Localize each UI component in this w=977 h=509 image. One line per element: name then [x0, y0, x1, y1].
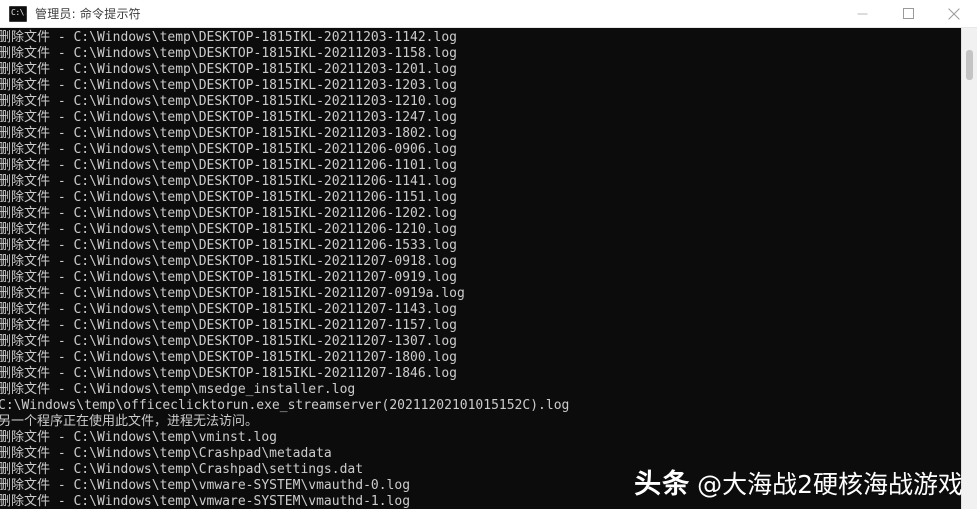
console-line: 删除文件 - C:\Windows\temp\DESKTOP-1815IKL-2…: [0, 270, 457, 285]
console-line: 删除文件 - C:\Windows\temp\DESKTOP-1815IKL-2…: [0, 254, 457, 269]
console-line: 删除文件 - C:\Windows\temp\DESKTOP-1815IKL-2…: [0, 318, 457, 333]
console-line: 另一个程序正在使用此文件，进程无法访问。: [0, 414, 259, 429]
console-line: 删除文件 - C:\Windows\temp\DESKTOP-1815IKL-2…: [0, 46, 457, 61]
minimize-button[interactable]: [839, 0, 885, 28]
command-prompt-window: C:\. 管理员: 命令提示符 删除文件 - C:\Windows\temp\D…: [0, 0, 977, 509]
command-prompt-icon-glyph: C:\.: [11, 7, 27, 17]
console-line: 删除文件 - C:\Windows\temp\vmware-SYSTEM\vma…: [0, 494, 411, 509]
vertical-scrollbar[interactable]: [961, 28, 977, 509]
console-line: 删除文件 - C:\Windows\temp\DESKTOP-1815IKL-2…: [0, 126, 457, 141]
close-button[interactable]: [931, 0, 977, 28]
console-line: C:\Windows\temp\officeclicktorun.exe_str…: [0, 398, 570, 413]
console-line: 删除文件 - C:\Windows\temp\DESKTOP-1815IKL-2…: [0, 350, 457, 365]
console-line: 删除文件 - C:\Windows\temp\DESKTOP-1815IKL-2…: [0, 366, 457, 381]
console-line: 删除文件 - C:\Windows\temp\DESKTOP-1815IKL-2…: [0, 238, 457, 253]
console-line: 删除文件 - C:\Windows\temp\vminst.log: [0, 430, 277, 445]
console-line: 删除文件 - C:\Windows\temp\DESKTOP-1815IKL-2…: [0, 158, 457, 173]
console-line: 删除文件 - C:\Windows\temp\DESKTOP-1815IKL-2…: [0, 334, 457, 349]
console-line-list: 删除文件 - C:\Windows\temp\DESKTOP-1815IKL-2…: [0, 30, 973, 509]
console-line: 删除文件 - C:\Windows\temp\DESKTOP-1815IKL-2…: [0, 190, 457, 205]
scrollbar-thumb[interactable]: [966, 50, 973, 80]
console-line: 删除文件 - C:\Windows\temp\DESKTOP-1815IKL-2…: [0, 206, 457, 221]
console-line: 删除文件 - C:\Windows\temp\DESKTOP-1815IKL-2…: [0, 78, 457, 93]
console-line: 删除文件 - C:\Windows\temp\msedge_installer.…: [0, 382, 356, 397]
console-line: 删除文件 - C:\Windows\temp\DESKTOP-1815IKL-2…: [0, 30, 457, 45]
console-output-area[interactable]: 删除文件 - C:\Windows\temp\DESKTOP-1815IKL-2…: [0, 28, 977, 509]
console-line: 删除文件 - C:\Windows\temp\DESKTOP-1815IKL-2…: [0, 286, 465, 301]
title-bar[interactable]: C:\. 管理员: 命令提示符: [0, 0, 977, 28]
console-line: 删除文件 - C:\Windows\temp\DESKTOP-1815IKL-2…: [0, 174, 457, 189]
maximize-button[interactable]: [885, 0, 931, 28]
console-line: 删除文件 - C:\Windows\temp\Crashpad\metadata: [0, 446, 332, 461]
window-title: 管理员: 命令提示符: [35, 7, 141, 21]
console-line: 删除文件 - C:\Windows\temp\DESKTOP-1815IKL-2…: [0, 62, 457, 77]
command-prompt-icon: C:\.: [9, 5, 27, 22]
console-line: 删除文件 - C:\Windows\temp\Crashpad\settings…: [0, 462, 364, 477]
console-line: 删除文件 - C:\Windows\temp\DESKTOP-1815IKL-2…: [0, 142, 457, 157]
console-line: 删除文件 - C:\Windows\temp\DESKTOP-1815IKL-2…: [0, 302, 457, 317]
console-line: 删除文件 - C:\Windows\temp\vmware-SYSTEM\vma…: [0, 478, 411, 493]
console-line: 删除文件 - C:\Windows\temp\DESKTOP-1815IKL-2…: [0, 94, 457, 109]
console-line: 删除文件 - C:\Windows\temp\DESKTOP-1815IKL-2…: [0, 110, 457, 125]
console-line: 删除文件 - C:\Windows\temp\DESKTOP-1815IKL-2…: [0, 222, 457, 237]
